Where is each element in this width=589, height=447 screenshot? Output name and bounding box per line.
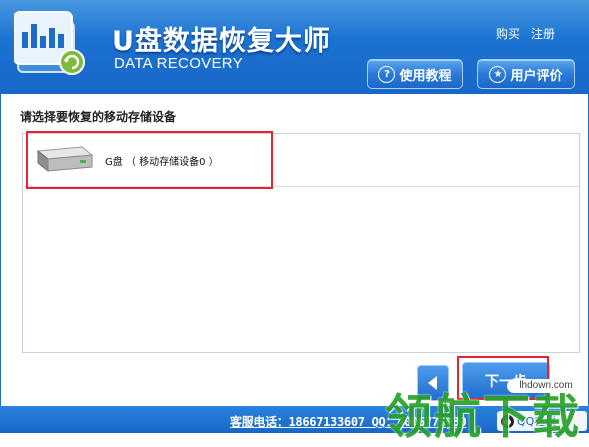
- app-subtitle: DATA RECOVERY: [114, 55, 243, 72]
- question-icon: ?: [378, 65, 396, 83]
- app-title: U盘数据恢复大师: [112, 26, 331, 57]
- qq-icon: [501, 414, 514, 428]
- review-icon: ★: [489, 65, 507, 83]
- user-review-label: 用户评价: [510, 68, 563, 84]
- next-highlight-box: [457, 356, 549, 400]
- qq-online-label: QQ在线: [517, 415, 557, 428]
- help-tutorial-button[interactable]: ? 使用教程: [367, 59, 463, 89]
- user-review-button[interactable]: ★ 用户评价: [477, 59, 575, 89]
- qq-online-button[interactable]: QQ在线: [497, 411, 587, 431]
- help-tutorial-label: 使用教程: [399, 68, 452, 84]
- back-button[interactable]: [417, 365, 449, 401]
- app-header: U盘数据恢复大师 DATA RECOVERY 购买 注册 ? 使用教程 ★ 用户评…: [0, 0, 589, 94]
- watermark-site: lhdown.com: [507, 379, 585, 393]
- back-arrow-icon: [427, 376, 437, 390]
- device-highlight-box: [26, 131, 273, 189]
- top-links: 购买 注册: [496, 25, 566, 42]
- section-label: 请选择要恢复的移动存储设备: [20, 110, 177, 124]
- footer-contact: 客服电话：18667133607 QQ：4006779030: [230, 415, 467, 429]
- buy-link[interactable]: 购买: [496, 27, 520, 41]
- app-logo: [13, 8, 86, 78]
- register-link[interactable]: 注册: [531, 27, 555, 41]
